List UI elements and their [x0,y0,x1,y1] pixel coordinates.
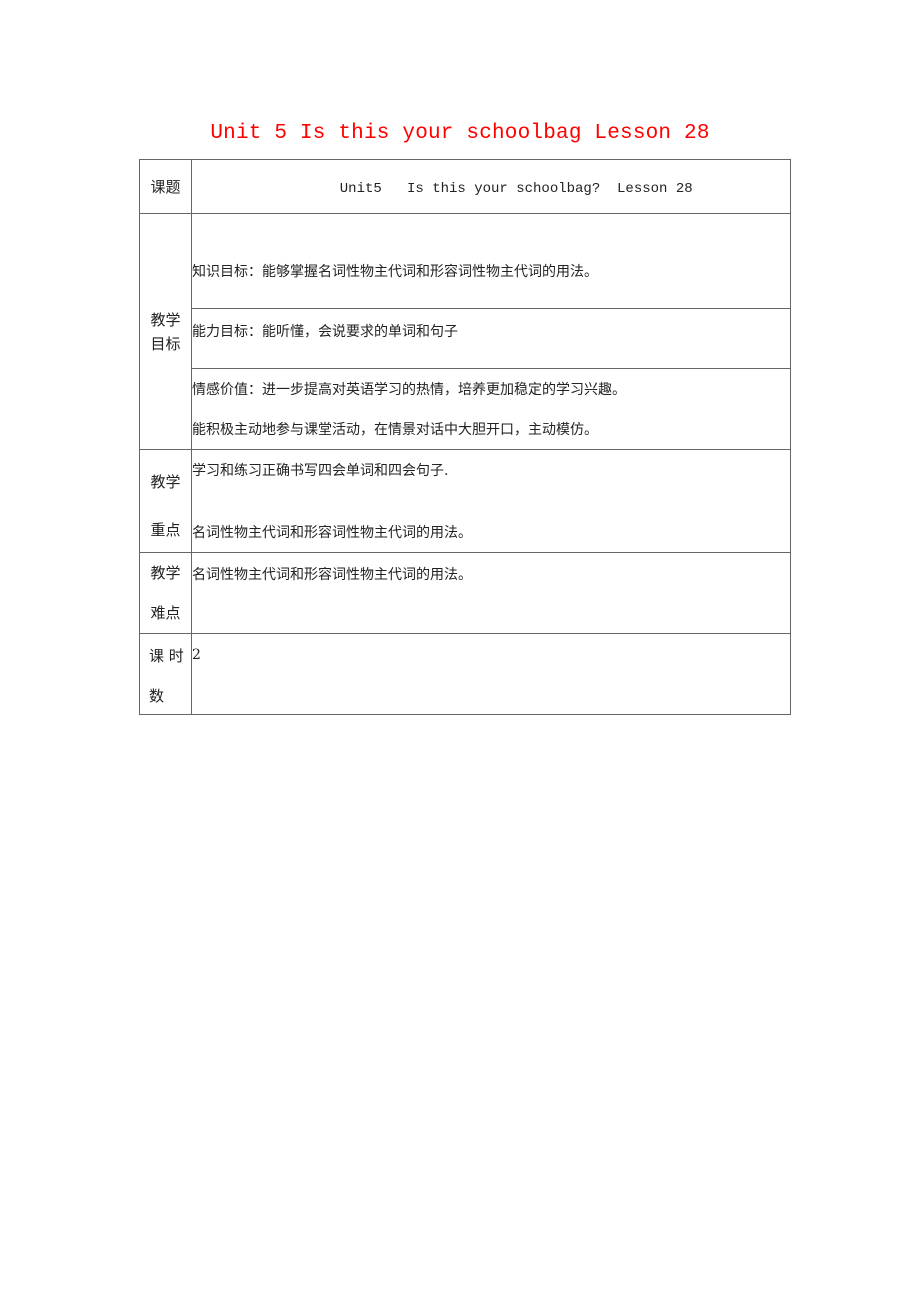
objectives-label: 教学 目标 [139,213,192,450]
topic-label: 课题 [139,159,192,214]
lesson-plan-table: 课题 Unit5 Is this your schoolbag? Lesson … [139,159,791,715]
topic-value: Unit5 Is this your schoolbag? Lesson 28 [191,159,791,214]
emotion-objective: 情感价值：进一步提高对英语学习的热情，培养更加稳定的学习兴趣。 能积极主动地参与… [191,368,791,450]
difficulties-content: 名词性物主代词和形容词性物主代词的用法。 [191,552,791,634]
ability-objective: 能力目标：能听懂，会说要求的单词和句子 [191,308,791,369]
table-row-objectives-ability: 能力目标：能听懂，会说要求的单词和句子 [140,308,791,369]
table-row-difficulties: 教学 难点 名词性物主代词和形容词性物主代词的用法。 [139,552,791,634]
table-row-objectives-knowledge: 教学 目标 知识目标：能够掌握名词性物主代词和形容词性物主代词的用法。 [139,213,791,450]
knowledge-objective: 知识目标：能够掌握名词性物主代词和形容词性物主代词的用法。 [191,213,791,309]
key-points-content: 学习和练习正确书写四会单词和四会句子. 名词性物主代词和形容词性物主代词的用法。 [191,449,791,553]
periods-label: 课 时 数 [139,633,192,715]
table-row-objectives-emotion: 情感价值：进一步提高对英语学习的热情，培养更加稳定的学习兴趣。 能积极主动地参与… [140,368,791,450]
table-row-key-points: 教学 重点 学习和练习正确书写四会单词和四会句子. 名词性物主代词和形容词性物主… [139,449,791,553]
periods-value: 2 [191,633,791,715]
document-title: Unit 5 Is this your schoolbag Lesson 28 [210,122,710,145]
difficulties-label: 教学 难点 [139,552,192,634]
table-row-topic: 课题 Unit5 Is this your schoolbag? Lesson … [139,159,791,214]
key-points-label: 教学 重点 [139,449,192,553]
table-row-periods: 课 时 数 2 [139,633,791,715]
